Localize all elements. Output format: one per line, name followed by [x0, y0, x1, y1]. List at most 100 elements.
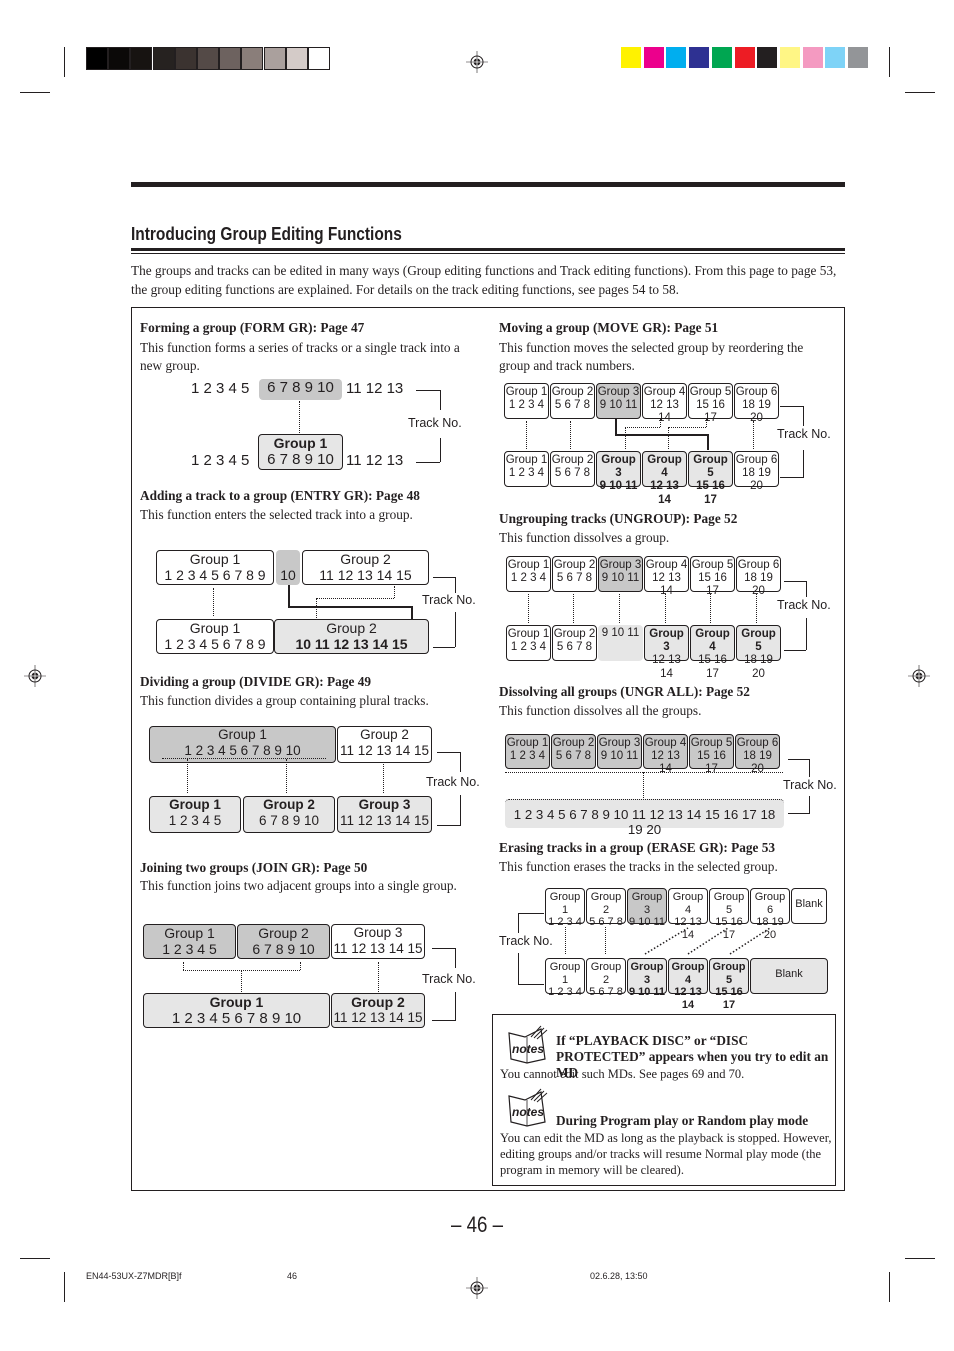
section-heading: Joining two groups (JOIN GR): Page 50 [140, 860, 368, 875]
group-box: Group 6 18 19 20 [736, 556, 781, 597]
group-box: Group 25 6 7 8 [551, 734, 596, 769]
title-rule [131, 248, 845, 251]
group-box: Group 3 12 13 14 [644, 625, 689, 680]
group-box: Group 39 10 11 [597, 734, 642, 769]
section-heading: Moving a group (MOVE GR): Page 51 [499, 320, 719, 335]
group-label: Group 2 [590, 891, 622, 916]
section-heading: Dissolving all groups (UNGR ALL): Page 5… [499, 684, 750, 699]
group-box: Group 5 18 19 20 [736, 625, 781, 680]
group-label: Group 3 [598, 737, 641, 749]
group-box: 9 10 11 [598, 625, 643, 661]
ungr-all-after-tracks: 1 2 3 4 5 6 7 8 9 10 11 12 13 14 15 16 1… [505, 799, 784, 837]
note-2-body: You can edit the MD as long as the playb… [500, 1131, 832, 1177]
group-tracks: 15 16 17 [696, 480, 725, 506]
group-tracks: 15 16 17 [698, 654, 727, 680]
group-label: Group 4 [645, 559, 688, 571]
track-no-label: Track No. [499, 934, 553, 948]
group-box: Group 11 2 3 4 [506, 556, 551, 592]
group-label: Group 5 [741, 628, 776, 654]
group-tracks: 1 2 3 4 [510, 641, 547, 654]
group-label: Group 1 [506, 737, 549, 749]
group-tracks: 5 6 7 8 [589, 986, 623, 999]
color-swatch [643, 47, 664, 68]
entry-selected-track: 10 [276, 550, 300, 585]
gray-swatch [285, 47, 308, 70]
svg-text:notes: notes [512, 1105, 544, 1119]
color-swatch [848, 47, 868, 68]
gray-swatch [174, 47, 197, 70]
color-swatch [621, 47, 641, 68]
group-box: Group 25 6 7 8 [550, 383, 595, 419]
gray-swatch [241, 47, 264, 70]
group-box: Group 4 12 13 14 [642, 383, 687, 424]
group-label: Group 5 [690, 737, 733, 749]
crop-mark [905, 1258, 935, 1259]
color-swatch [734, 47, 755, 68]
track-no-label: Track No. [422, 593, 476, 607]
form-after-post: 11 12 13 [346, 452, 404, 469]
color-swatch [779, 47, 800, 68]
section-heading: Ungrouping tracks (UNGROUP): Page 52 [499, 511, 738, 526]
group-label: Group 4 [671, 961, 705, 986]
divide-after-group-1: Group 11 2 3 4 5 [149, 796, 241, 833]
group-box: Group 5 15 16 17 [688, 451, 733, 506]
gray-swatch [219, 47, 242, 70]
notes-box: notes If “PLAYBACK DISC” or “DISC PROTEC… [492, 1014, 836, 1186]
group-tracks: 18 19 20 [742, 399, 771, 425]
group-box: Group 6 18 19 20 [734, 451, 779, 492]
group-box: Group 4 12 13 14 [644, 556, 689, 597]
group-tracks: 12 13 14 [652, 654, 681, 680]
group-box: Group 4 12 13 14 [643, 734, 688, 775]
svg-text:notes: notes [512, 1042, 544, 1056]
entry-before-group-2: Group 2 11 12 13 14 15 [302, 550, 429, 585]
group-label: Group 6 [735, 386, 778, 398]
group-label: Blank [795, 898, 823, 910]
entry-after-group-1: Group 11 2 3 4 5 6 7 8 9 [156, 619, 274, 654]
color-swatch [802, 47, 823, 68]
join-before-group-2: Group 26 7 8 9 10 [237, 924, 330, 959]
group-box: Group 5 15 16 17 [690, 556, 735, 597]
group-tracks: 9 10 11 [628, 986, 666, 999]
group-tracks: 1 2 3 4 [510, 572, 547, 585]
intro-paragraph: The groups and tracks can be edited in m… [131, 263, 837, 297]
section-heading: Adding a track to a group (ENTRY GR): Pa… [140, 488, 420, 503]
group-label: Group 1 [273, 435, 328, 451]
group-box: Blank [791, 888, 827, 924]
group-label: Blank [775, 968, 803, 980]
footer-page: 46 [287, 1271, 298, 1281]
group-box: Group 6 18 19 20 [734, 383, 779, 424]
track-no-label: Track No. [783, 778, 837, 792]
section-title: Introducing Group Editing Functions [131, 224, 402, 244]
group-box: Group 4 12 13 14 [668, 958, 708, 1011]
group-label: Group 1 [507, 628, 550, 640]
group-label: Group 2 [590, 961, 622, 986]
group-label: Group 2 [551, 386, 594, 398]
group-label: Group 2 [553, 559, 596, 571]
group-label: Group 4 [647, 454, 682, 480]
note-2-heading: During Program play or Random play mode [556, 1113, 809, 1128]
group-box: Group 6 18 19 20 [750, 888, 790, 941]
group-tracks: 15 16 17 [696, 399, 725, 425]
group-box: Group 25 6 7 8 [586, 888, 626, 928]
group-label: Group 1 [549, 961, 581, 986]
group-box: Group 11 2 3 4 [505, 734, 550, 769]
gray-swatch [86, 47, 108, 70]
group-tracks: 5 6 7 8 [555, 750, 592, 763]
form-before-selected: 6 7 8 9 10 [259, 379, 342, 400]
group-box: Group 39 10 11 [627, 888, 667, 928]
group-tracks: 5 6 7 8 [556, 641, 593, 654]
gray-swatch [308, 47, 330, 70]
group-label: Group 6 [754, 891, 786, 916]
group-tracks: 15 16 17 [698, 572, 727, 598]
footer-date: 02.6.28, 13:50 [590, 1271, 648, 1281]
group-box: Group 11 2 3 4 [545, 888, 585, 928]
group-tracks: 12 13 14 [674, 986, 702, 1011]
group-label: Group 3 [631, 891, 663, 916]
group-box: Group 4 12 13 14 [668, 888, 708, 941]
entry-after-group-2: Group 2 10 11 12 13 14 15 [274, 619, 429, 654]
group-label: Group 3 [601, 454, 636, 480]
section-description: This function erases the tracks in the s… [499, 859, 778, 874]
join-after-group-2: Group 2 11 12 13 14 15 [331, 993, 425, 1028]
registration-mark-icon [466, 51, 488, 73]
group-box: Group 4 12 13 14 [642, 451, 687, 506]
